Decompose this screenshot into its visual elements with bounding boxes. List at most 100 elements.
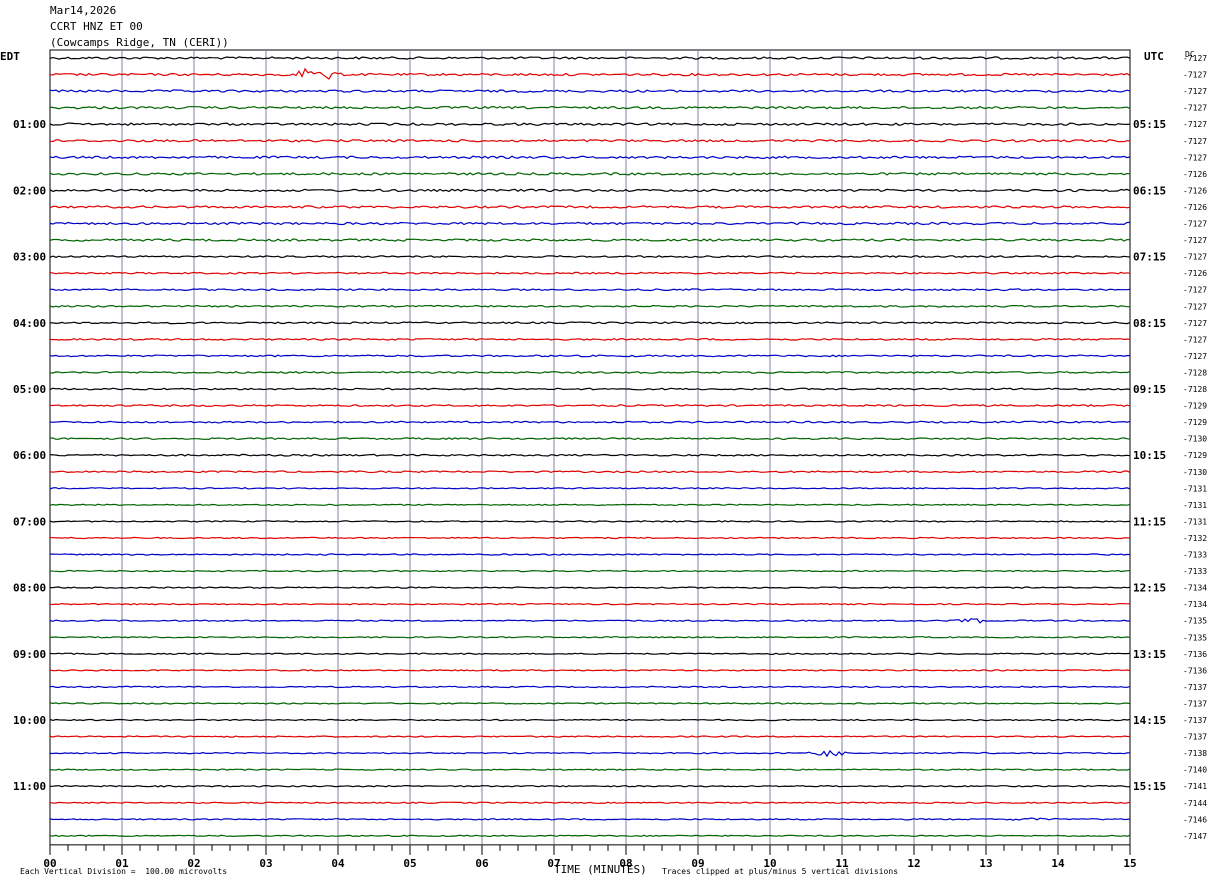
- trace-line: [49, 487, 1131, 490]
- left-time-label: 02:00: [13, 184, 46, 197]
- right-time-label: 13:15: [1133, 648, 1166, 661]
- trace-line: [49, 255, 1131, 259]
- dc-offset-label: -7127: [1183, 335, 1207, 344]
- dc-offset-label: -7130: [1183, 468, 1207, 477]
- dc-offset-label: -7134: [1183, 600, 1207, 609]
- trace-line: [49, 453, 1131, 457]
- trace-line: [49, 470, 1131, 474]
- dc-offset-label: -7134: [1183, 584, 1207, 593]
- trace-line: [49, 536, 1131, 540]
- x-tick-label: 03: [259, 857, 272, 870]
- trace-line: [49, 337, 1131, 341]
- dc-offset-label: -7127: [1183, 286, 1207, 295]
- dc-offset-label: -7126: [1183, 170, 1207, 179]
- right-time-label: 09:15: [1133, 383, 1166, 396]
- dc-offset-label: -7127: [1183, 302, 1207, 311]
- dc-offset-label: -7126: [1183, 203, 1207, 212]
- left-time-label: 11:00: [13, 780, 46, 793]
- x-tick-label: 15: [1123, 857, 1136, 870]
- trace-line: [49, 669, 1131, 672]
- trace-line: [49, 404, 1131, 407]
- trace-line: [49, 172, 1131, 176]
- trace-line: [49, 205, 1131, 209]
- dc-offset-label: -7130: [1183, 435, 1207, 444]
- trace-line: [49, 354, 1131, 358]
- trace-line: [49, 89, 1131, 93]
- trace-line: [49, 685, 1131, 689]
- x-tick-label: 05: [403, 857, 416, 870]
- trace-line: [49, 602, 1131, 606]
- dc-offset-label: -7127: [1183, 120, 1207, 129]
- dc-offset-label: -7127: [1183, 71, 1207, 80]
- left-time-label: 09:00: [13, 648, 46, 661]
- trace-line: [49, 702, 1131, 705]
- dc-offset-label: -7129: [1183, 402, 1207, 411]
- dc-offset-label: -7126: [1183, 269, 1207, 278]
- dc-offset-label: -7141: [1183, 782, 1207, 791]
- trace-line: [49, 155, 1131, 160]
- left-time-label: 03:00: [13, 251, 46, 264]
- dc-offset-label: -7127: [1183, 253, 1207, 262]
- x-tick-label: 14: [1051, 857, 1065, 870]
- dc-offset-label: -7133: [1183, 551, 1207, 560]
- dc-offset-label: -7127: [1183, 87, 1207, 96]
- trace-line: [49, 371, 1131, 374]
- trace-line: [49, 618, 1130, 624]
- dc-offset-label: -7136: [1183, 650, 1207, 659]
- right-time-label: 14:15: [1133, 714, 1166, 727]
- vertical-division-note: Each Vertical Division = 100.00 microvol…: [20, 867, 228, 876]
- dc-offset-label: -7133: [1183, 567, 1207, 576]
- trace-line: [49, 718, 1131, 722]
- trace-line: [49, 288, 1131, 292]
- plot-frame: [49, 49, 1131, 846]
- dc-offset-label: -7136: [1183, 666, 1207, 675]
- dc-offset-label: -7126: [1183, 186, 1207, 195]
- dc-offset-label: -7129: [1183, 451, 1207, 460]
- dc-offset-label: -7140: [1183, 766, 1207, 775]
- trace-line: [49, 188, 1131, 193]
- dc-offset-label: -7127: [1183, 54, 1207, 63]
- dc-offset-label: -7147: [1183, 832, 1207, 841]
- dc-offset-label: -7128: [1183, 385, 1207, 394]
- x-tick-label: 04: [331, 857, 345, 870]
- trace-line: [49, 221, 1131, 226]
- trace-line: [49, 503, 1131, 507]
- trace-line: [49, 271, 1131, 275]
- trace-line: [49, 67, 1131, 80]
- dc-offset-label: -7127: [1183, 220, 1207, 229]
- trace-line: [49, 105, 1131, 110]
- dc-offset-label: -7129: [1183, 418, 1207, 427]
- dc-offset-label: -7127: [1183, 104, 1207, 113]
- right-time-label: 15:15: [1133, 780, 1166, 793]
- dc-offset-label: -7131: [1183, 484, 1207, 493]
- trace-line: [49, 138, 1131, 143]
- dc-offset-label: -7127: [1183, 236, 1207, 245]
- left-time-label: 07:00: [13, 515, 46, 528]
- left-time-label: 08:00: [13, 582, 46, 595]
- trace-line: [49, 652, 1131, 656]
- right-time-label: 08:15: [1133, 317, 1166, 330]
- trace-line: [49, 735, 1131, 738]
- trace-line: [49, 784, 1131, 788]
- trace-line: [49, 122, 1131, 126]
- right-time-label: 07:15: [1133, 251, 1166, 264]
- right-time-label: 05:15: [1133, 118, 1166, 131]
- dc-offset-label: -7127: [1183, 352, 1207, 361]
- trace-line: [49, 636, 1131, 639]
- dc-offset-label: -7127: [1183, 153, 1207, 162]
- trace-line: [49, 420, 1131, 424]
- dc-offset-label: -7131: [1183, 501, 1207, 510]
- right-time-label: 10:15: [1133, 449, 1166, 462]
- dc-offset-label: -7135: [1183, 633, 1207, 642]
- trace-line: [49, 569, 1131, 573]
- trace-line: [49, 238, 1131, 242]
- right-time-label: 11:15: [1133, 515, 1166, 528]
- seismogram-chart: -7127 -7127 -7127 -7127 -7127 -7127 -7127 -7126…: [13, 49, 1207, 870]
- left-time-label: 10:00: [13, 714, 46, 727]
- x-axis-title: TIME (MINUTES): [554, 863, 647, 876]
- x-tick-label: 13: [979, 857, 992, 870]
- trace-line: [50, 553, 1131, 556]
- dc-offset-label: -7128: [1183, 368, 1207, 377]
- trace-line: [49, 834, 1131, 838]
- trace-line: [49, 387, 1131, 391]
